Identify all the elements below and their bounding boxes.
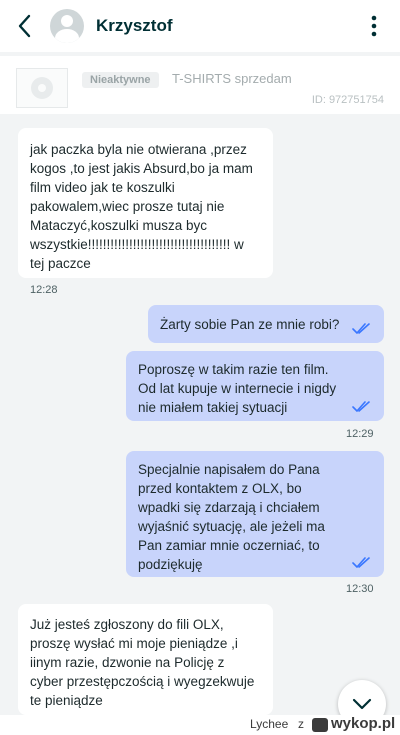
ad-thumbnail — [16, 68, 68, 108]
message-incoming: jak paczka byla nie otwierana ,przez kog… — [18, 128, 273, 278]
message-text: jak paczka byla nie otwierana ,przez kog… — [30, 142, 253, 271]
watermark-author: Lychee — [250, 717, 289, 731]
more-vertical-icon — [371, 15, 377, 37]
more-options-button[interactable] — [354, 0, 394, 52]
ad-id: ID: 972751754 — [311, 94, 384, 106]
message-text: Żarty sobie Pan ze mnie robi? — [160, 317, 340, 332]
avatar-head-shape — [61, 15, 73, 27]
watermark-site: wykop.pl — [331, 715, 396, 732]
message-time: 12:29 — [346, 428, 374, 440]
message-text: Specjalnie napisałem do Pana przed konta… — [138, 462, 325, 572]
message-text: Poproszę w takim razie ten film. Od lat … — [138, 362, 337, 415]
message-outgoing: Żarty sobie Pan ze mnie robi? — [148, 305, 384, 343]
message-text: Już jesteś zgłoszony do fili OLX, proszę… — [30, 617, 255, 708]
ad-title: T-SHIRTS sprzedam — [172, 71, 292, 86]
avatar[interactable] — [50, 9, 84, 43]
chat-header: Krzysztof — [0, 0, 400, 52]
chevron-left-icon — [18, 14, 31, 38]
read-ticks-icon — [352, 323, 370, 334]
watermark-separator: z — [298, 717, 304, 731]
wykop-logo-icon — [312, 718, 328, 732]
back-button[interactable] — [4, 0, 44, 52]
watermark-bar: Lychee z wykop.pl — [0, 715, 400, 735]
image-placeholder-icon — [31, 77, 53, 99]
message-time: 12:30 — [346, 583, 374, 595]
avatar-body-shape — [55, 29, 79, 43]
contact-name[interactable]: Krzysztof — [96, 16, 354, 36]
chevron-down-icon — [352, 698, 372, 710]
message-time: 12:28 — [30, 284, 58, 296]
message-outgoing: Specjalnie napisałem do Pana przed konta… — [126, 451, 384, 577]
read-ticks-icon — [352, 401, 370, 412]
message-incoming: Już jesteś zgłoszony do fili OLX, proszę… — [18, 604, 273, 715]
status-badge: Nieaktywne — [82, 72, 159, 88]
read-ticks-icon — [352, 557, 370, 568]
message-outgoing: Poproszę w takim razie ten film. Od lat … — [126, 351, 384, 421]
ad-card[interactable]: Nieaktywne T-SHIRTS sprzedam ID: 9727517… — [0, 56, 400, 114]
